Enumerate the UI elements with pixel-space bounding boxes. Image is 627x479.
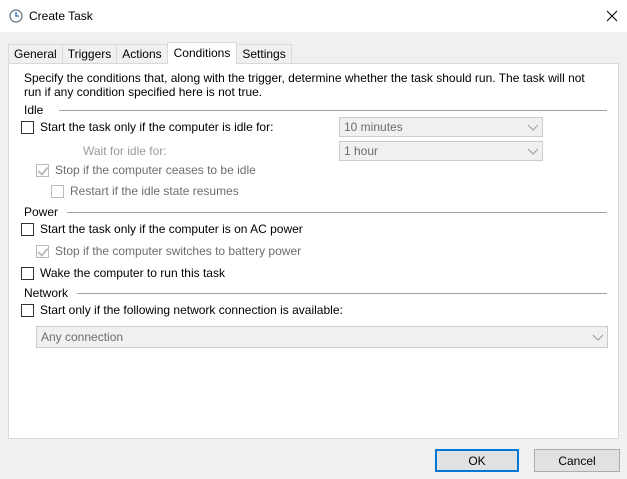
network-connection-value: Any connection [41,330,124,344]
power-group-label: Power [24,205,63,219]
restart-idle-checkbox[interactable] [51,184,64,198]
wake-label: Wake the computer to run this task [40,266,225,280]
battery-row[interactable]: Stop if the computer switches to battery… [36,244,301,258]
battery-checkbox[interactable] [36,244,49,258]
tab-triggers[interactable]: Triggers [61,44,118,64]
close-button[interactable] [597,0,627,32]
close-icon [606,10,618,22]
ac-power-label: Start the task only if the computer is o… [40,222,303,236]
idle-group-divider [59,110,607,111]
wake-row[interactable]: Wake the computer to run this task [21,266,225,280]
stop-idle-row[interactable]: Stop if the computer ceases to be idle [36,163,256,177]
wait-duration-combo[interactable]: 1 hour [339,141,543,161]
conditions-description: Specify the conditions that, along with … [24,71,585,99]
network-row[interactable]: Start only if the following network conn… [21,303,343,317]
idle-duration-combo[interactable]: 10 minutes [339,117,543,137]
restart-idle-label: Restart if the idle state resumes [70,184,239,198]
tab-conditions[interactable]: Conditions [166,42,238,64]
restart-idle-row[interactable]: Restart if the idle state resumes [51,184,239,198]
network-group-divider [77,293,607,294]
ac-power-row[interactable]: Start the task only if the computer is o… [21,222,303,236]
wait-duration-value: 1 hour [344,144,379,158]
start-idle-label: Start the task only if the computer is i… [40,120,274,134]
network-group-label: Network [24,286,73,300]
chevron-down-icon [527,148,539,155]
idle-group-label: Idle [24,103,48,117]
wait-idle-label: Wait for idle for: [83,144,167,158]
stop-idle-label: Stop if the computer ceases to be idle [55,163,256,177]
ac-power-checkbox[interactable] [21,222,34,236]
power-group-divider [67,212,607,213]
task-scheduler-icon [9,9,23,23]
start-idle-row[interactable]: Start the task only if the computer is i… [21,120,273,134]
ok-button[interactable]: OK [435,449,519,472]
window-title: Create Task [29,9,93,23]
wait-idle-row: Wait for idle for: [83,144,167,158]
chevron-down-icon [527,124,539,131]
idle-duration-value: 10 minutes [344,120,403,134]
network-label: Start only if the following network conn… [40,303,343,317]
tab-general[interactable]: General [8,44,63,64]
stop-idle-checkbox[interactable] [36,163,49,177]
battery-label: Stop if the computer switches to battery… [55,244,302,258]
start-idle-checkbox[interactable] [21,120,34,134]
chevron-down-icon [592,334,604,341]
conditions-panel: Specify the conditions that, along with … [8,63,619,439]
cancel-button[interactable]: Cancel [534,449,620,472]
tab-settings[interactable]: Settings [236,44,292,64]
network-connection-combo[interactable]: Any connection [36,326,608,348]
title-bar: Create Task [0,0,627,32]
wake-checkbox[interactable] [21,266,34,280]
tab-strip: General Triggers Actions Conditions Sett… [8,42,292,64]
network-checkbox[interactable] [21,303,34,317]
tab-actions[interactable]: Actions [116,44,168,64]
